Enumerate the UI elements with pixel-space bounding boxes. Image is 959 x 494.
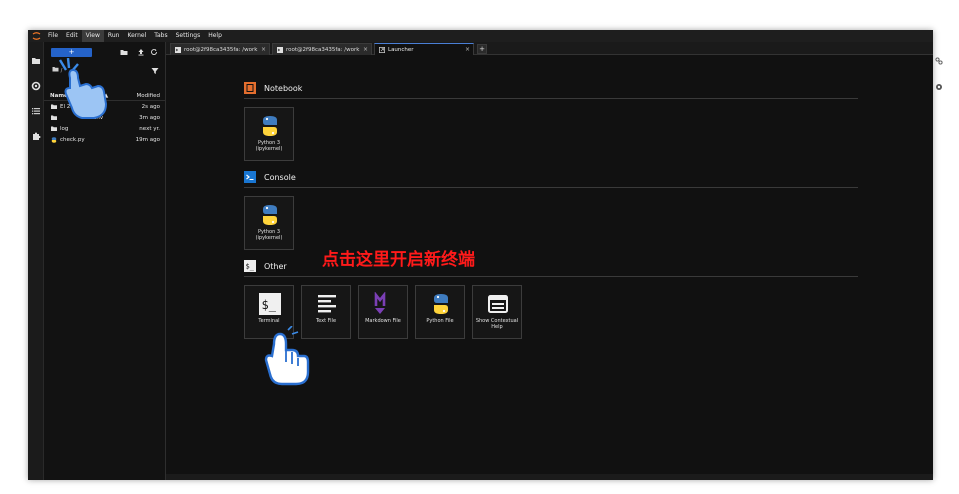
- add-tab-button[interactable]: +: [477, 44, 487, 54]
- refresh-icon[interactable]: [150, 48, 158, 57]
- launcher-card-markdown-file[interactable]: Markdown File: [358, 285, 408, 339]
- menu-file[interactable]: File: [44, 30, 62, 42]
- card-label: Markdown File: [365, 318, 401, 324]
- new-launcher-button[interactable]: +: [51, 48, 92, 57]
- close-icon[interactable]: ×: [465, 46, 470, 53]
- file-row[interactable]: check.py 19m ago: [44, 135, 166, 146]
- extension-puzzle-icon[interactable]: [31, 126, 41, 140]
- tab-terminal-2[interactable]: root@2f98ca3435fa: /work ×: [272, 43, 372, 55]
- file-name: check.py: [60, 137, 85, 143]
- card-label: Text File: [315, 318, 337, 324]
- markdown-icon: [372, 291, 396, 316]
- svg-text:$_: $_: [262, 298, 277, 312]
- python-file-icon: [51, 137, 57, 143]
- python-icon: [258, 114, 282, 138]
- pointing-hand-icon: [56, 57, 110, 124]
- tab-bar: root@2f98ca3435fa: /work × root@2f98ca34…: [166, 42, 933, 55]
- tab-label: root@2f98ca3435fa: /work: [286, 46, 360, 53]
- svg-text:$_: $_: [246, 263, 255, 271]
- menu-run[interactable]: Run: [104, 30, 124, 42]
- text-file-icon: [315, 292, 339, 316]
- notebook-icon: [244, 82, 256, 94]
- tab-label: root@2f98ca3435fa: /work: [184, 46, 258, 53]
- upload-icon[interactable]: [137, 48, 145, 57]
- card-label: Python 3 (ipykernel): [255, 140, 283, 152]
- debugger-icon[interactable]: [935, 76, 943, 95]
- folder-icon[interactable]: [31, 51, 41, 64]
- menu-edit[interactable]: Edit: [62, 30, 82, 42]
- card-label: Terminal: [258, 318, 280, 324]
- file-modified: 3m ago: [139, 115, 160, 121]
- new-folder-icon[interactable]: [120, 48, 128, 57]
- card-label: Python 3 (ipykernel): [255, 229, 283, 241]
- jupyter-logo-icon: [28, 30, 44, 42]
- python-icon: [429, 292, 453, 316]
- menu-help[interactable]: Help: [204, 30, 226, 42]
- file-modified: 2s ago: [141, 104, 160, 110]
- file-modified: next yr.: [139, 126, 160, 132]
- launcher-card-python3-notebook[interactable]: Python 3 (ipykernel): [244, 107, 294, 161]
- divider: [244, 187, 858, 188]
- column-modified[interactable]: Modified: [137, 93, 160, 99]
- contextual-help-icon: [486, 292, 510, 316]
- folder-icon: [51, 126, 57, 131]
- table-of-contents-icon[interactable]: [31, 101, 41, 115]
- launcher-card-python3-console[interactable]: Python 3 (ipykernel): [244, 196, 294, 250]
- python-icon: [258, 203, 282, 227]
- divider: [244, 98, 858, 99]
- section-title-console: Console: [264, 172, 296, 182]
- terminal-icon: [175, 46, 181, 53]
- annotation-text: 点击这里开启新终端: [322, 250, 475, 270]
- activity-bar: [28, 42, 44, 480]
- horizontal-scrollbar[interactable]: [166, 474, 933, 480]
- file-name: log: [60, 126, 69, 132]
- close-icon[interactable]: ×: [363, 46, 368, 53]
- launcher-card-python-file[interactable]: Python File: [415, 285, 465, 339]
- other-terminal-icon: $_: [244, 260, 256, 272]
- filter-files-icon[interactable]: [151, 60, 159, 79]
- terminal-icon: [277, 46, 283, 53]
- launcher-icon: [379, 46, 385, 53]
- right-sidebar: [930, 42, 959, 102]
- menu-view[interactable]: View: [81, 30, 104, 42]
- tab-label: Launcher: [388, 46, 414, 53]
- terminal-icon: $_: [258, 292, 282, 316]
- menu-tabs[interactable]: Tabs: [150, 30, 171, 42]
- section-other: $_ Other: [244, 260, 287, 272]
- tab-launcher[interactable]: Launcher ×: [374, 43, 474, 55]
- running-sessions-icon[interactable]: [31, 76, 41, 91]
- section-notebook: Notebook: [244, 82, 302, 94]
- section-title-notebook: Notebook: [264, 83, 303, 93]
- menubar: File Edit View Run Kernel Tabs Settings …: [28, 30, 933, 42]
- file-modified: 19m ago: [135, 137, 160, 143]
- menu-kernel[interactable]: Kernel: [123, 30, 150, 42]
- console-icon: [244, 171, 256, 183]
- section-title-other: Other: [264, 261, 287, 271]
- close-icon[interactable]: ×: [261, 46, 266, 53]
- filter-icon[interactable]: [172, 60, 180, 69]
- divider: [244, 276, 858, 277]
- clicking-hand-icon: [258, 324, 314, 390]
- launcher-card-contextual-help[interactable]: Show Contextual Help: [472, 285, 522, 339]
- file-row[interactable]: log next yr.: [44, 124, 166, 135]
- menu-settings[interactable]: Settings: [172, 30, 205, 42]
- section-console: Console: [244, 171, 296, 183]
- tab-terminal-1[interactable]: root@2f98ca3435fa: /work ×: [170, 43, 270, 55]
- jupyterlab-window: File Edit View Run Kernel Tabs Settings …: [28, 30, 933, 480]
- card-label: Python File: [426, 318, 454, 324]
- card-label: Show Contextual Help: [475, 318, 519, 330]
- property-inspector-icon[interactable]: [935, 50, 943, 69]
